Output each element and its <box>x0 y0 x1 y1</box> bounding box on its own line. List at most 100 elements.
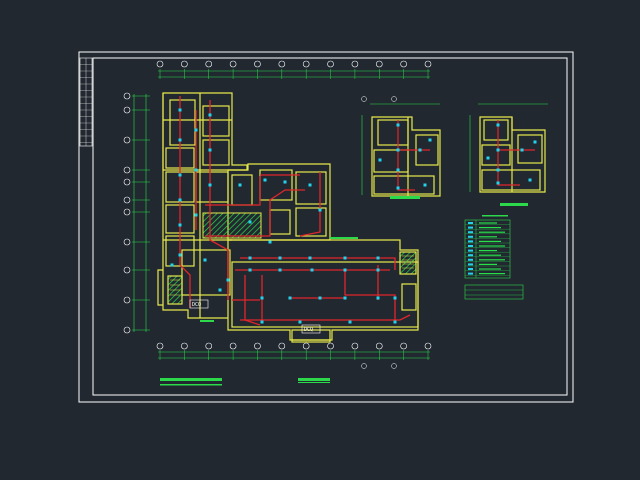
legend-text-bar <box>479 268 501 270</box>
device-symbol <box>178 173 182 177</box>
axis-bubble <box>278 342 286 350</box>
axis-bubble <box>351 60 359 68</box>
legend-symbol <box>468 263 473 266</box>
device-symbol <box>248 256 252 260</box>
device-symbol <box>298 320 302 324</box>
legend-symbol <box>468 245 473 247</box>
main-plan-title <box>160 237 358 386</box>
legend-symbol <box>468 240 473 243</box>
device-symbol <box>496 123 500 127</box>
device-symbol <box>208 148 212 152</box>
device-symbol <box>310 268 314 272</box>
device-symbol <box>308 256 312 260</box>
legend-text-bar <box>479 263 497 265</box>
legend-text-bar <box>479 231 505 233</box>
device-symbol <box>178 108 182 112</box>
axis-bubble <box>123 106 131 114</box>
legend-symbol <box>468 258 473 261</box>
device-symbol <box>396 148 400 152</box>
device-symbol <box>496 181 500 185</box>
axis-bubble <box>123 92 131 100</box>
device-symbol <box>533 140 537 144</box>
device-symbol <box>218 288 222 292</box>
title-block <box>79 57 93 147</box>
legend-text-bar <box>479 240 501 242</box>
axis-bubble <box>123 326 131 334</box>
device-symbol <box>194 128 198 132</box>
device-symbol <box>376 268 380 272</box>
device-symbol <box>496 148 500 152</box>
device-symbol <box>178 223 182 227</box>
left-dimension-line <box>123 92 150 334</box>
device-symbol <box>393 320 397 324</box>
legend-text-bar <box>479 236 497 238</box>
legend-symbol <box>468 235 473 238</box>
legend-text-bar <box>479 245 505 247</box>
axis-bubble <box>391 363 397 369</box>
axis-bubble <box>123 238 131 246</box>
legend-text-bar <box>479 227 501 229</box>
axis-bubble <box>181 60 188 68</box>
axis-bubble <box>123 296 131 304</box>
legend-symbol <box>468 254 473 257</box>
axis-bubble <box>205 60 213 68</box>
main-floor-plan[interactable]: DCQ DCQ <box>157 92 419 343</box>
device-symbol <box>428 138 432 142</box>
small-plan-b[interactable] <box>469 103 548 206</box>
device-symbol <box>343 256 347 260</box>
legend-table <box>464 215 524 300</box>
axis-bubble <box>229 342 237 350</box>
wiring-circuits <box>179 96 411 326</box>
device-symbol <box>248 220 252 224</box>
device-symbol <box>418 148 422 152</box>
device-symbol <box>170 263 174 267</box>
device-symbol <box>278 268 282 272</box>
bottom-axis-bubbles <box>156 342 432 369</box>
device-symbol <box>318 208 322 212</box>
device-symbol <box>268 240 272 244</box>
bottom-dimension-line <box>156 342 432 369</box>
device-symbol <box>496 168 500 172</box>
device-symbol <box>376 296 380 300</box>
device-symbol <box>393 296 397 300</box>
dcq-label-wing: DCQ <box>192 302 201 308</box>
axis-bubble <box>375 60 383 68</box>
device-symbol <box>226 278 230 282</box>
axis-bubble <box>351 342 359 350</box>
axis-bubble <box>424 342 432 350</box>
axis-bubble <box>181 342 188 350</box>
legend-symbol <box>468 231 473 234</box>
device-symbol <box>178 138 182 142</box>
device-symbol <box>194 213 198 217</box>
axis-bubble <box>361 96 367 102</box>
device-symbol <box>283 180 287 184</box>
axis-bubble <box>123 208 131 216</box>
axis-bubble <box>205 342 213 350</box>
device-symbol <box>208 183 212 187</box>
axis-bubble <box>123 196 131 204</box>
plan-labels: DCQ DCQ <box>189 299 321 334</box>
device-symbol <box>260 320 264 324</box>
cad-drawing-canvas[interactable]: DCQ DCQ <box>0 0 640 480</box>
axis-bubble <box>391 96 397 102</box>
top-axis-bubbles <box>156 60 432 102</box>
device-symbol <box>396 168 400 172</box>
device-symbol <box>248 268 252 272</box>
device-symbol <box>396 186 400 190</box>
device-symbol <box>178 253 182 257</box>
axis-bubble <box>278 60 286 68</box>
legend-text-bar <box>479 222 497 224</box>
device-symbol <box>318 296 322 300</box>
axis-bubble <box>424 60 432 68</box>
device-symbol <box>396 123 400 127</box>
axis-bubble <box>229 60 237 68</box>
axis-bubble <box>361 363 367 369</box>
device-symbol <box>194 168 198 172</box>
axis-bubble <box>327 342 334 350</box>
legend-text-bar <box>479 259 505 261</box>
axis-bubble <box>375 342 383 350</box>
legend-symbol <box>468 226 473 229</box>
small-plan-a[interactable] <box>361 103 441 199</box>
device-symbol <box>343 296 347 300</box>
device-symbol <box>528 178 532 182</box>
